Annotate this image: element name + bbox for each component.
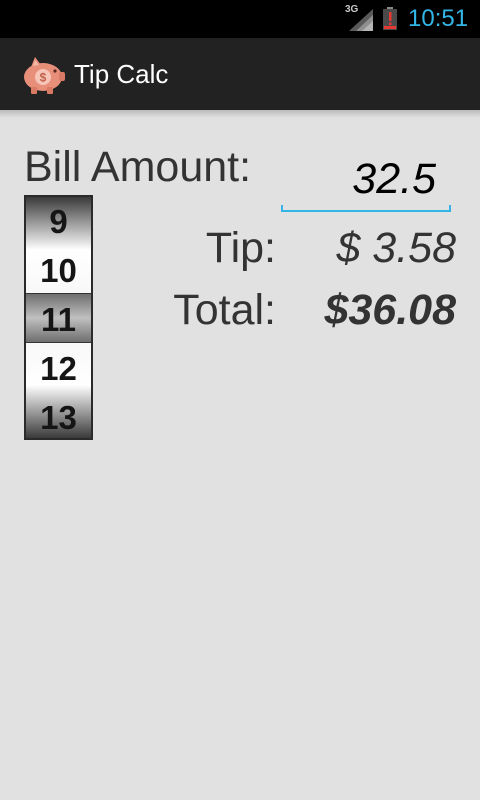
- picker-item-12[interactable]: 12: [26, 344, 91, 393]
- bill-amount-label: Bill Amount:: [24, 143, 252, 191]
- status-time: 10:51: [408, 5, 469, 32]
- picker-item-9[interactable]: 9: [26, 197, 91, 246]
- action-bar: $ Tip Calc: [0, 38, 480, 118]
- tip-label: Tip:: [205, 224, 276, 272]
- total-value: $36.08: [324, 286, 456, 334]
- bill-amount-input[interactable]: [282, 148, 450, 210]
- picker-item-11-selected[interactable]: 11: [26, 295, 91, 344]
- bill-amount-underline: [281, 205, 451, 212]
- picker-item-10[interactable]: 10: [26, 246, 91, 295]
- status-bar: 3G 10:51: [0, 0, 480, 38]
- tip-value: $ 3.58: [336, 224, 456, 272]
- piggy-bank-icon[interactable]: $: [19, 55, 67, 95]
- total-label: Total:: [173, 286, 276, 334]
- signal-icon: 3G: [345, 5, 375, 31]
- battery-alert-icon: [383, 7, 397, 30]
- picker-item-13[interactable]: 13: [26, 393, 91, 438]
- app-title: Tip Calc: [74, 59, 169, 89]
- svg-text:$: $: [40, 71, 47, 85]
- tip-percent-picker[interactable]: 9 10 11 12 13: [24, 195, 93, 440]
